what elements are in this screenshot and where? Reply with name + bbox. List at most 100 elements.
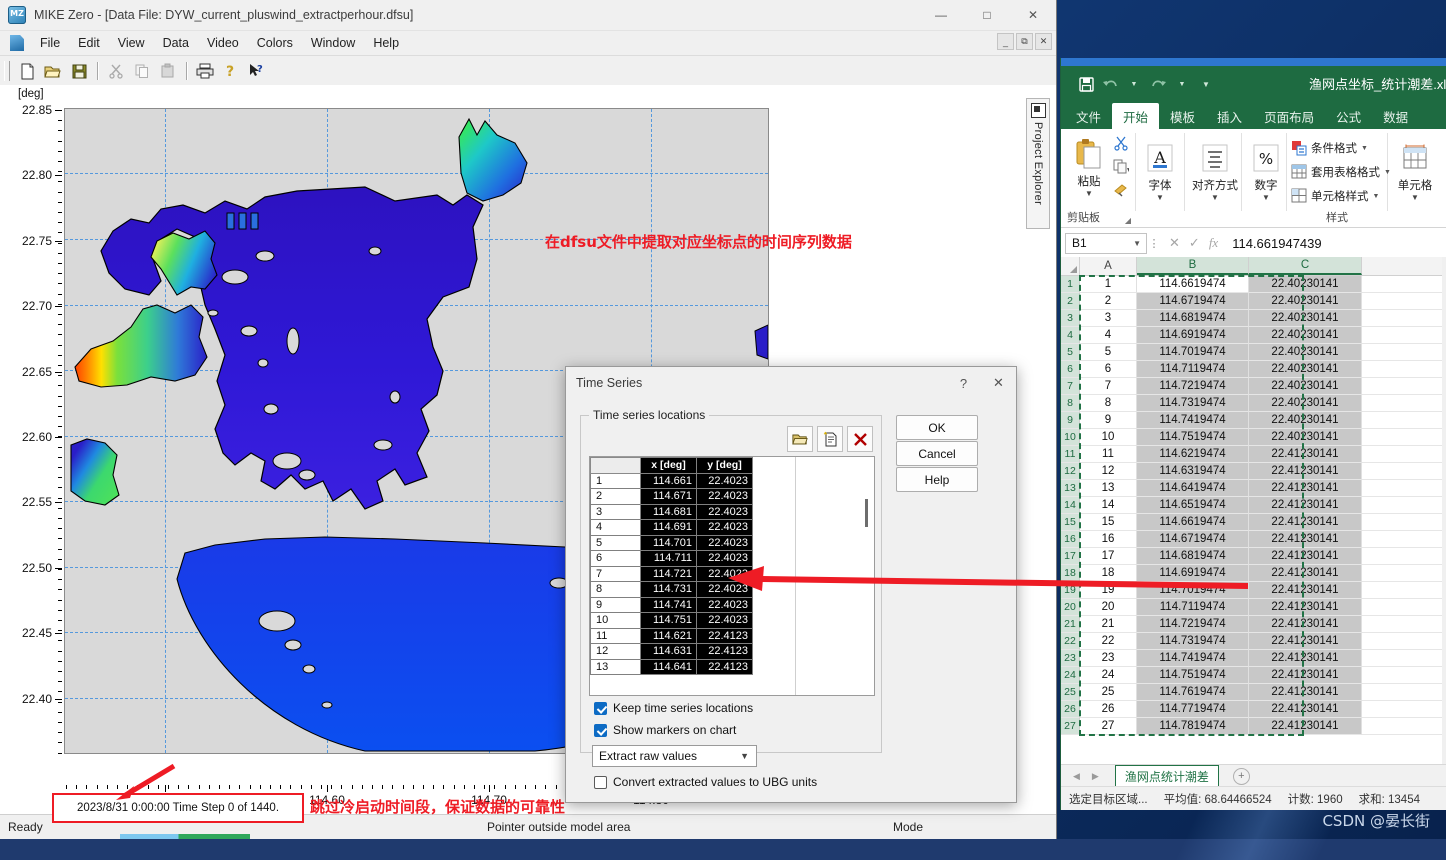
chevron-down-icon[interactable]: ▼ — [1085, 189, 1093, 198]
cell-column-a[interactable]: 5 — [1080, 344, 1137, 361]
copy-icon[interactable]: ▼ — [1113, 159, 1132, 179]
cell-column-c[interactable]: 22.41230141 — [1249, 616, 1362, 633]
extract-mode-select[interactable]: Extract raw values ▼ — [592, 745, 757, 767]
row-header[interactable]: 23 — [1061, 650, 1080, 667]
table-row[interactable]: 3 114.681 22.4023 — [590, 503, 753, 520]
cell-column-a[interactable]: 3 — [1080, 310, 1137, 327]
show-markers-checkbox[interactable] — [594, 723, 607, 737]
x-coordinate-cell[interactable]: 114.741 — [640, 596, 697, 613]
y-coordinate-cell[interactable]: 22.4123 — [696, 658, 753, 675]
open-file-icon[interactable] — [787, 426, 813, 452]
cell-column-c[interactable]: 22.41230141 — [1249, 650, 1362, 667]
row-number-cell[interactable]: 8 — [590, 581, 641, 598]
row-number-cell[interactable]: 6 — [590, 550, 641, 567]
cell-column-d[interactable] — [1362, 429, 1446, 446]
x-coordinate-cell[interactable]: 114.671 — [640, 488, 697, 505]
cell-column-c[interactable]: 22.41230141 — [1249, 497, 1362, 514]
table-row[interactable]: 17 17 114.6819474 22.41230141 — [1061, 548, 1446, 565]
cell-column-c[interactable]: 22.40230141 — [1249, 395, 1362, 412]
chevron-down-icon[interactable]: ▼ — [1411, 193, 1419, 202]
cell-column-d[interactable] — [1362, 565, 1446, 582]
formula-input[interactable]: 114.661947439 — [1226, 236, 1446, 251]
cell-column-a[interactable]: 22 — [1080, 633, 1137, 650]
sheet-tab-active[interactable]: 渔网点统计潮差 — [1114, 765, 1219, 787]
confirm-edit-icon[interactable]: ✓ — [1189, 235, 1200, 251]
row-header[interactable]: 7 — [1061, 378, 1080, 395]
menu-edit[interactable]: Edit — [69, 34, 109, 52]
cell-column-b[interactable]: 114.6919474 — [1137, 327, 1249, 344]
minimize-button[interactable]: — — [918, 0, 964, 30]
column-header-x[interactable]: x [deg] — [640, 457, 697, 474]
table-row[interactable]: 10 10 114.7519474 22.40230141 — [1061, 429, 1446, 446]
x-coordinate-cell[interactable]: 114.631 — [640, 643, 697, 660]
mdi-minimize-button[interactable]: _ — [997, 33, 1014, 50]
table-row[interactable]: 13 13 114.6419474 22.41230141 — [1061, 480, 1446, 497]
cell-styles-button[interactable]: 单元格样式 ▼ — [1291, 185, 1383, 207]
cell-column-b[interactable]: 114.7119474 — [1137, 599, 1249, 616]
cells-button[interactable]: 单元格 ▼ — [1392, 137, 1438, 202]
x-coordinate-cell[interactable]: 114.731 — [640, 581, 697, 598]
next-sheet-icon[interactable]: ▶ — [1092, 771, 1099, 782]
cell-column-c[interactable]: 22.40230141 — [1249, 429, 1362, 446]
clipboard-dialog-launcher-icon[interactable]: ◢ — [1125, 216, 1131, 225]
row-number-cell[interactable]: 4 — [590, 519, 641, 536]
cell-column-c[interactable]: 22.41230141 — [1249, 701, 1362, 718]
x-coordinate-cell[interactable]: 114.621 — [640, 627, 697, 644]
cell-column-d[interactable] — [1362, 514, 1446, 531]
cell-column-a[interactable]: 14 — [1080, 497, 1137, 514]
table-row[interactable]: 24 24 114.7519474 22.41230141 — [1061, 667, 1446, 684]
cell-column-d[interactable] — [1362, 276, 1446, 293]
table-row[interactable]: 7 114.721 22.4023 — [590, 565, 753, 582]
format-painter-icon[interactable] — [1113, 182, 1129, 202]
cell-column-b[interactable]: 114.7519474 — [1137, 667, 1249, 684]
cell-column-d[interactable] — [1362, 412, 1446, 429]
help-button[interactable]: Help — [896, 467, 978, 492]
menu-data[interactable]: Data — [154, 34, 198, 52]
customize-qat-icon[interactable]: ▼ — [1195, 73, 1217, 95]
table-row[interactable]: 14 14 114.6519474 22.41230141 — [1061, 497, 1446, 514]
row-header[interactable]: 14 — [1061, 497, 1080, 514]
cell-column-c[interactable]: 22.41230141 — [1249, 565, 1362, 582]
add-sheet-button[interactable]: + — [1232, 767, 1250, 785]
cell-column-b[interactable]: 114.6719474 — [1137, 531, 1249, 548]
row-header[interactable]: 5 — [1061, 344, 1080, 361]
cell-column-a[interactable]: 17 — [1080, 548, 1137, 565]
row-number-cell[interactable]: 9 — [590, 596, 641, 613]
paste-icon[interactable] — [156, 59, 180, 83]
cell-column-d[interactable] — [1362, 344, 1446, 361]
row-number-cell[interactable]: 7 — [590, 565, 641, 582]
row-header[interactable]: 26 — [1061, 701, 1080, 718]
cell-column-a[interactable]: 25 — [1080, 684, 1137, 701]
table-row[interactable]: 13 114.641 22.4123 — [590, 658, 753, 675]
cell-column-c[interactable]: 22.41230141 — [1249, 548, 1362, 565]
sheet-nav[interactable]: ◀ ▶ — [1073, 771, 1099, 782]
redo-icon[interactable] — [1147, 73, 1169, 95]
cell-column-b[interactable]: 114.7519474 — [1137, 429, 1249, 446]
row-header[interactable]: 21 — [1061, 616, 1080, 633]
cell-column-b[interactable]: 114.7019474 — [1137, 344, 1249, 361]
table-row[interactable]: 2 2 114.6719474 22.40230141 — [1061, 293, 1446, 310]
copy-icon[interactable] — [130, 59, 154, 83]
cell-column-c[interactable]: 22.41230141 — [1249, 684, 1362, 701]
tab-insert[interactable]: 插入 — [1206, 103, 1253, 129]
cell-column-d[interactable] — [1362, 599, 1446, 616]
about-icon[interactable]: ? — [219, 59, 243, 83]
table-row[interactable]: 15 15 114.6619474 22.41230141 — [1061, 514, 1446, 531]
conditional-formatting-button[interactable]: 条件格式 ▼ — [1291, 137, 1383, 159]
maximize-button[interactable]: □ — [964, 0, 1010, 30]
cell-column-d[interactable] — [1362, 667, 1446, 684]
excel-vertical-scrollbar[interactable] — [1442, 257, 1446, 765]
cell-column-a[interactable]: 23 — [1080, 650, 1137, 667]
y-coordinate-cell[interactable]: 22.4023 — [696, 519, 753, 536]
row-header[interactable]: 6 — [1061, 361, 1080, 378]
column-header-b[interactable]: B — [1137, 257, 1249, 275]
cell-column-c[interactable]: 22.40230141 — [1249, 310, 1362, 327]
context-help-icon[interactable]: ? — [245, 59, 269, 83]
table-row[interactable]: 18 18 114.6919474 22.41230141 — [1061, 565, 1446, 582]
y-coordinate-cell[interactable]: 22.4023 — [696, 596, 753, 613]
chevron-down-icon[interactable]: ▼ — [1156, 193, 1164, 202]
cell-column-b[interactable]: 114.7319474 — [1137, 395, 1249, 412]
row-header[interactable]: 25 — [1061, 684, 1080, 701]
name-box[interactable]: B1 ▼ — [1065, 232, 1147, 254]
delete-row-icon[interactable] — [847, 426, 873, 452]
